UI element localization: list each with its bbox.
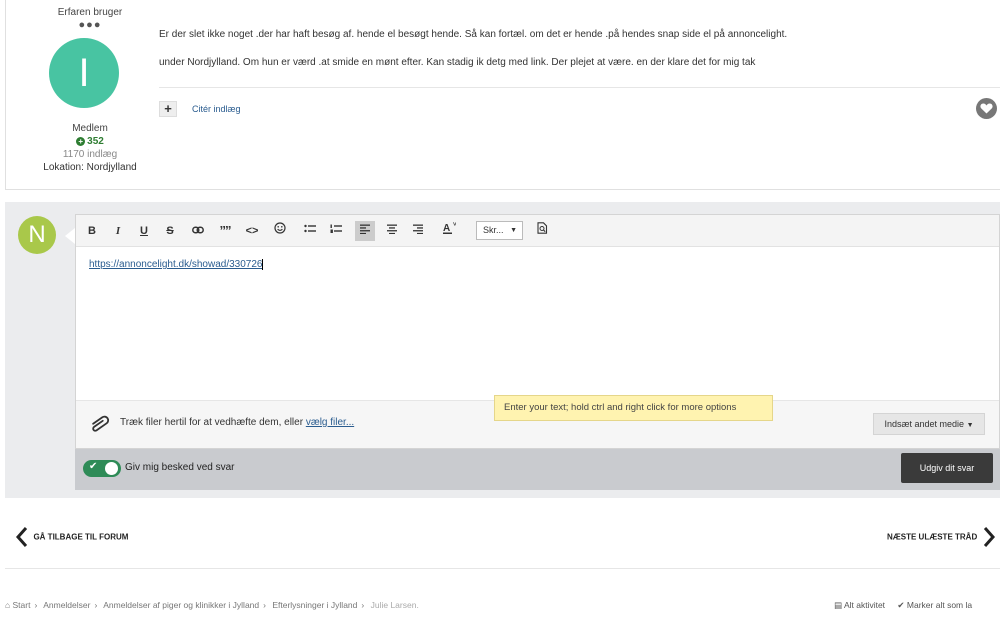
attachment-instructions: Træk filer hertil for at vedhæfte dem, e…	[120, 417, 354, 428]
back-to-forum-link[interactable]: GÅ TILBAGE TIL FORUM	[15, 526, 128, 548]
all-activity-link[interactable]: Alt aktivitet	[844, 600, 885, 610]
notify-label: Giv mig besked ved svar	[125, 462, 235, 473]
content-link[interactable]: https://annoncelight.dk/showad/330726	[89, 259, 262, 270]
author-rank: Erfaren bruger	[57, 7, 123, 18]
next-unread-label: NÆSTE ULÆSTE TRÅD	[887, 532, 978, 542]
home-icon: ⌂	[5, 600, 11, 610]
breadcrumb-item[interactable]: Efterlysninger i Jylland	[272, 600, 357, 610]
quote-post-link[interactable]: Citér indlæg	[192, 104, 241, 114]
underline-button[interactable]: U	[134, 221, 154, 241]
paperclip-icon	[89, 414, 111, 441]
rank-pips: ●●●	[78, 19, 102, 31]
reply-footer: ✔ Giv mig besked ved svar Udgiv dit svar	[75, 449, 1000, 490]
insert-media-label: Indsæt andet medie	[884, 419, 965, 429]
font-select[interactable]: Skr... ▼	[476, 221, 523, 240]
bold-button[interactable]: B	[82, 221, 102, 241]
author-role: Medlem	[72, 123, 108, 134]
author-post-count: 1170 indlæg	[62, 149, 118, 160]
submit-reply-button[interactable]: Udgiv dit svar	[901, 453, 993, 483]
bullet-list-icon[interactable]	[300, 221, 320, 241]
post-divider	[159, 87, 1000, 88]
editor-content[interactable]: https://annoncelight.dk/showad/330726	[89, 259, 264, 270]
mark-all-read-link[interactable]: Marker alt som la	[907, 600, 972, 610]
chevron-right-icon	[983, 527, 995, 547]
author-reputation: +352	[6, 136, 174, 147]
caret-down-icon: ▼	[510, 227, 517, 234]
code-button[interactable]: <>	[242, 221, 262, 241]
next-unread-link[interactable]: NÆSTE ULÆSTE TRÅD	[887, 526, 996, 548]
footer-links: ▤ Alt aktivitet ✔ Marker alt som la	[834, 600, 972, 611]
svg-text:A: A	[443, 223, 450, 234]
activity-icon: ▤	[834, 600, 843, 610]
align-center-icon[interactable]	[382, 221, 402, 241]
breadcrumb-current: Julie Larsen.	[370, 600, 419, 610]
breadcrumb-item[interactable]: Start	[13, 600, 31, 610]
font-select-value: Skr...	[483, 225, 504, 235]
link-icon[interactable]	[188, 221, 208, 241]
heart-icon[interactable]	[976, 98, 997, 119]
nav-divider	[5, 568, 1000, 569]
quote-button[interactable]: ””	[215, 221, 235, 241]
preview-icon[interactable]	[532, 221, 552, 241]
insert-media-button[interactable]: Indsæt andet medie ▼	[873, 413, 985, 435]
author-location: Lokation: Nordjylland	[43, 162, 137, 173]
reputation-value: 352	[87, 136, 104, 147]
editor-tooltip: Enter your text; hold ctrl and right cli…	[494, 395, 773, 421]
editor-pointer	[65, 228, 75, 244]
emoji-icon[interactable]	[270, 221, 290, 241]
breadcrumb-item[interactable]: Anmeldelser	[43, 600, 90, 610]
author-avatar[interactable]: I	[49, 38, 119, 108]
editor-toolbar: B I U S ”” <> A ˅ Skr... ▼	[76, 215, 999, 247]
user-avatar[interactable]: N	[18, 216, 56, 254]
strikethrough-button[interactable]: S	[160, 221, 180, 241]
align-right-icon[interactable]	[408, 221, 428, 241]
caret-down-icon: ▼	[966, 422, 974, 429]
italic-button[interactable]: I	[108, 221, 128, 241]
multiquote-plus-icon[interactable]: +	[159, 101, 177, 117]
breadcrumb-item[interactable]: Anmeldelser af piger og klinikker i Jyll…	[103, 600, 259, 610]
svg-text:˅: ˅	[453, 222, 456, 228]
back-to-forum-label: GÅ TILBAGE TIL FORUM	[33, 532, 129, 542]
check-icon: ✔	[89, 461, 98, 472]
attachment-text: Træk filer hertil for at vedhæfte dem, e…	[120, 417, 304, 428]
text-color-icon[interactable]: A ˅	[439, 221, 459, 241]
toggle-knob	[105, 462, 118, 475]
choose-files-link[interactable]: vælg filer...	[306, 417, 354, 428]
checkmark-icon: ✔	[897, 600, 905, 610]
reply-box: N B I U S ”” <> A ˅ Skr... ▼ https://ann…	[5, 202, 1000, 498]
post-text-line: Er der slet ikke noget .der har haft bes…	[159, 29, 788, 40]
align-left-icon[interactable]	[355, 221, 375, 241]
notify-toggle[interactable]: ✔	[83, 460, 121, 477]
chevron-left-icon	[15, 527, 28, 547]
forum-post: Erfaren bruger ●●● I Medlem +352 1170 in…	[5, 0, 1000, 190]
text-cursor	[262, 259, 264, 270]
numbered-list-icon[interactable]	[326, 221, 346, 241]
post-text-line: under Nordjylland. Om hun er værd .at sm…	[159, 57, 756, 68]
reputation-plus-icon: +	[76, 136, 86, 146]
breadcrumb: ⌂ Start › Anmeldelser › Anmeldelser af pig…	[5, 600, 419, 610]
